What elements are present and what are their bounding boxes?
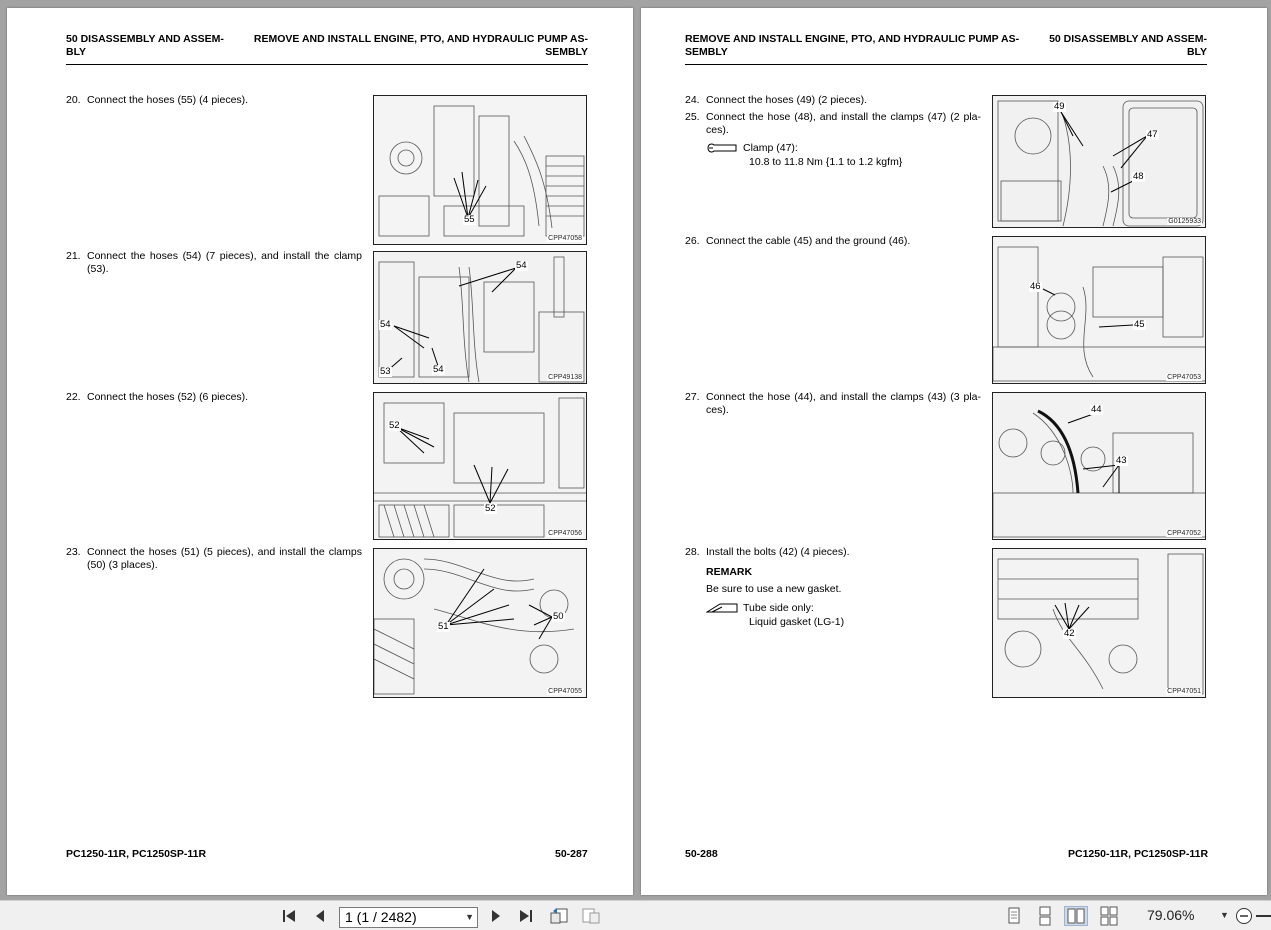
step-text: Connect the hoses (54) (7 pieces), and i… (87, 250, 362, 275)
callout-label: 46 (1029, 281, 1042, 292)
callout-label: 50 (552, 611, 565, 622)
step-number: 27. (685, 391, 700, 403)
step-number: 24. (685, 94, 700, 106)
figure-cpp47058: 55 CPP47058 (373, 95, 587, 245)
last-page-icon[interactable] (515, 906, 535, 926)
facing-icon[interactable] (1064, 906, 1088, 926)
document-viewport[interactable]: 50 DISASSEMBLY AND ASSEM- BLY REMOVE AND… (0, 0, 1271, 900)
figure-code: CPP49138 (547, 374, 583, 381)
header-section: REMOVE AND INSTALL ENGINE, PTO, AND HYDR… (685, 33, 1020, 58)
engine-illustration (993, 96, 1205, 227)
figure-cpp47055: 51 50 CPP47055 (373, 548, 587, 698)
figure-code: CPP47053 (1166, 374, 1202, 381)
figure-g0125933: 49 47 48 G0125933 (992, 95, 1206, 228)
footer-page-number: 50-288 (685, 848, 718, 860)
single-page-icon[interactable] (1002, 906, 1026, 926)
first-page-icon[interactable] (280, 906, 300, 926)
page-50-288: REMOVE AND INSTALL ENGINE, PTO, AND HYDR… (641, 8, 1267, 895)
step-number: 20. (66, 94, 81, 106)
gasket-label: Tube side only: (743, 602, 814, 614)
engine-illustration (374, 393, 586, 539)
callout-label: 42 (1063, 628, 1076, 639)
footer-model: PC1250-11R, PC1250SP-11R (1068, 848, 1209, 860)
figure-cpp47056: 52 52 CPP47056 (373, 392, 587, 540)
torque-label: Clamp (47): (743, 142, 798, 154)
page-number-input[interactable]: 1 (1 / 2482) ▼ (339, 907, 478, 928)
gasket-value: Liquid gasket (LG-1) (749, 616, 845, 628)
prev-view-icon[interactable] (549, 906, 569, 926)
callout-label: 47 (1146, 129, 1159, 140)
step-text: Connect the hoses (49) (2 pieces). (706, 94, 868, 106)
header-section: REMOVE AND INSTALL ENGINE, PTO, AND HYDR… (253, 33, 588, 58)
continuous-facing-icon[interactable] (1097, 906, 1121, 926)
step-number: 28. (685, 546, 700, 558)
torque-value: 10.8 to 11.8 Nm {1.1 to 1.2 kgfm} (749, 156, 903, 168)
callout-label: 54 (515, 260, 528, 271)
gasket-applicator-icon (706, 603, 738, 613)
page-indicator-text: 1 (1 / 2482) (345, 909, 417, 925)
callout-label: 53 (379, 366, 392, 377)
step-text: Connect the hose (48), and install the c… (706, 111, 981, 136)
callout-label: 54 (432, 364, 445, 375)
step-number: 23. (66, 546, 81, 558)
figure-cpp47052: 44 43 CPP47052 (992, 392, 1206, 540)
callout-label: 51 (437, 621, 450, 632)
figure-code: CPP47056 (547, 530, 583, 537)
zoom-level[interactable]: 79.06% (1147, 907, 1194, 923)
viewer-toolbar: 1 (1 / 2482) ▼ 79.06% ▼ (0, 900, 1271, 930)
wrench-icon (707, 143, 737, 153)
next-page-icon[interactable] (486, 906, 506, 926)
prev-page-icon[interactable] (310, 906, 330, 926)
engine-illustration (374, 96, 586, 244)
step-text: Connect the hoses (52) (6 pieces). (87, 391, 249, 403)
remark-text: Be sure to use a new gasket. (706, 583, 842, 595)
figure-code: G0125933 (1167, 218, 1202, 225)
figure-cpp47053: 46 45 CPP47053 (992, 236, 1206, 384)
callout-label: 49 (1053, 101, 1066, 112)
step-number: 21. (66, 250, 81, 262)
chevron-down-icon[interactable]: ▼ (1220, 910, 1229, 920)
step-number: 26. (685, 235, 700, 247)
figure-code: CPP47055 (547, 688, 583, 695)
callout-label: 45 (1133, 319, 1146, 330)
engine-illustration (993, 237, 1205, 383)
zoom-slider-track[interactable] (1256, 915, 1271, 917)
step-number: 25. (685, 111, 700, 123)
figure-code: CPP47051 (1166, 688, 1202, 695)
remark-title: REMARK (706, 566, 753, 578)
page-header: REMOVE AND INSTALL ENGINE, PTO, AND HYDR… (685, 33, 1207, 65)
callout-label: 44 (1090, 404, 1103, 415)
chevron-down-icon[interactable]: ▼ (465, 908, 474, 927)
footer-page-number: 50-287 (555, 848, 588, 860)
callout-label: 43 (1115, 455, 1128, 466)
figure-cpp49138: 54 54 53 54 CPP49138 (373, 251, 587, 384)
step-text: Connect the hoses (51) (5 pieces), and i… (87, 546, 362, 571)
next-view-icon[interactable] (581, 906, 601, 926)
figure-code: CPP47052 (1166, 530, 1202, 537)
step-text: Connect the hoses (55) (4 pieces). (87, 94, 249, 106)
figure-cpp47051: 42 CPP47051 (992, 548, 1206, 698)
step-25: 25. Connect the hose (48), and install t… (685, 111, 985, 137)
figure-code: CPP47058 (547, 235, 583, 242)
step-number: 22. (66, 391, 81, 403)
engine-illustration (993, 393, 1205, 539)
zoom-out-icon[interactable] (1234, 906, 1254, 926)
callout-label: 52 (388, 420, 401, 431)
callout-label: 54 (379, 319, 392, 330)
continuous-icon[interactable] (1033, 906, 1057, 926)
engine-illustration (374, 252, 586, 383)
page-header: 50 DISASSEMBLY AND ASSEM- BLY REMOVE AND… (66, 33, 588, 65)
step-text: Connect the cable (45) and the ground (4… (706, 235, 911, 247)
callout-label: 52 (484, 503, 497, 514)
engine-illustration (993, 549, 1205, 697)
footer-model: PC1250-11R, PC1250SP-11R (66, 848, 207, 860)
header-chapter: 50 DISASSEMBLY AND ASSEM- BLY (1049, 33, 1207, 58)
engine-illustration (374, 549, 586, 697)
page-50-287: 50 DISASSEMBLY AND ASSEM- BLY REMOVE AND… (7, 8, 633, 895)
header-chapter: 50 DISASSEMBLY AND ASSEM- BLY (66, 33, 224, 58)
step-text: Connect the hose (44), and install the c… (706, 391, 981, 416)
callout-label: 48 (1132, 171, 1145, 182)
callout-label: 55 (463, 214, 476, 225)
step-text: Install the bolts (42) (4 pieces). (706, 546, 850, 558)
